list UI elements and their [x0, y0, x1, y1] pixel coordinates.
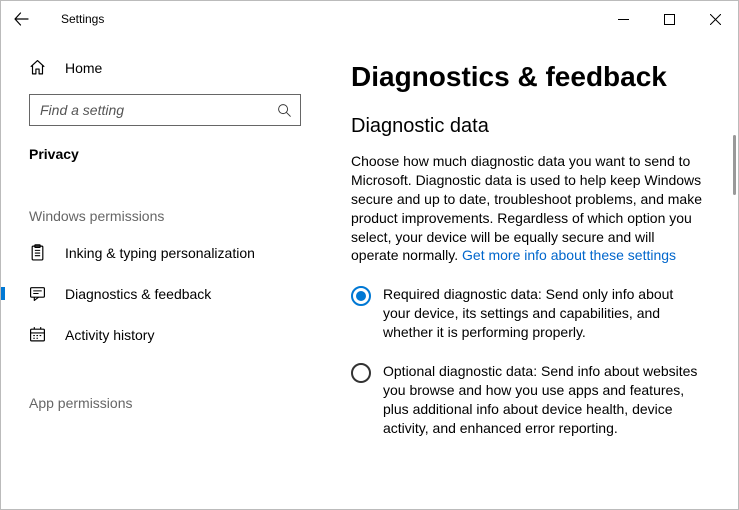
sidebar-item-label: Inking & typing personalization — [51, 245, 255, 261]
body: Home Privacy Windows permissions Inking … — [1, 37, 738, 509]
sidebar: Home Privacy Windows permissions Inking … — [1, 37, 321, 509]
search-wrap — [1, 86, 321, 132]
minimize-icon — [618, 14, 629, 25]
section-heading: Diagnostic data — [351, 115, 702, 138]
radio-label: Optional diagnostic data: Send info abou… — [371, 362, 702, 438]
sidebar-item-inking-typing[interactable]: Inking & typing personalization — [1, 232, 321, 273]
maximize-icon — [664, 14, 675, 25]
radio-option-required[interactable]: Required diagnostic data: Send only info… — [351, 285, 702, 342]
radio-label: Required diagnostic data: Send only info… — [371, 285, 702, 342]
intro-paragraph: Choose how much diagnostic data you want… — [351, 152, 702, 265]
window-title: Settings — [41, 12, 104, 26]
sidebar-item-label: Diagnostics & feedback — [51, 286, 211, 302]
content-scroll: Diagnostics & feedback Diagnostic data C… — [351, 57, 720, 509]
titlebar: Settings — [1, 1, 738, 37]
radio-button[interactable] — [351, 363, 371, 383]
section-windows-permissions: Windows permissions — [1, 168, 321, 232]
home-icon — [29, 59, 51, 76]
activity-history-icon — [29, 326, 51, 343]
home-label: Home — [51, 60, 102, 76]
sidebar-item-activity-history[interactable]: Activity history — [1, 314, 321, 355]
window-controls — [600, 1, 738, 37]
sidebar-item-diagnostics-feedback[interactable]: Diagnostics & feedback — [1, 273, 321, 314]
settings-window: Settings Home — [0, 0, 739, 510]
page-title: Diagnostics & feedback — [351, 61, 702, 93]
content-area: Diagnostics & feedback Diagnostic data C… — [321, 37, 738, 509]
close-button[interactable] — [692, 1, 738, 37]
section-app-permissions: App permissions — [1, 355, 321, 419]
close-icon — [710, 14, 721, 25]
radio-button[interactable] — [351, 286, 371, 306]
search-input[interactable] — [38, 101, 276, 119]
category-label: Privacy — [1, 132, 321, 168]
intro-link[interactable]: Get more info about these settings — [462, 247, 676, 263]
minimize-button[interactable] — [600, 1, 646, 37]
maximize-button[interactable] — [646, 1, 692, 37]
radio-option-optional[interactable]: Optional diagnostic data: Send info abou… — [351, 362, 702, 438]
home-nav[interactable]: Home — [1, 49, 321, 86]
back-button[interactable] — [1, 1, 41, 37]
sidebar-item-label: Activity history — [51, 327, 154, 343]
scrollbar[interactable] — [733, 135, 736, 195]
feedback-icon — [29, 285, 51, 302]
search-icon — [276, 102, 292, 118]
search-box[interactable] — [29, 94, 301, 126]
back-arrow-icon — [13, 11, 29, 27]
clipboard-icon — [29, 244, 51, 261]
